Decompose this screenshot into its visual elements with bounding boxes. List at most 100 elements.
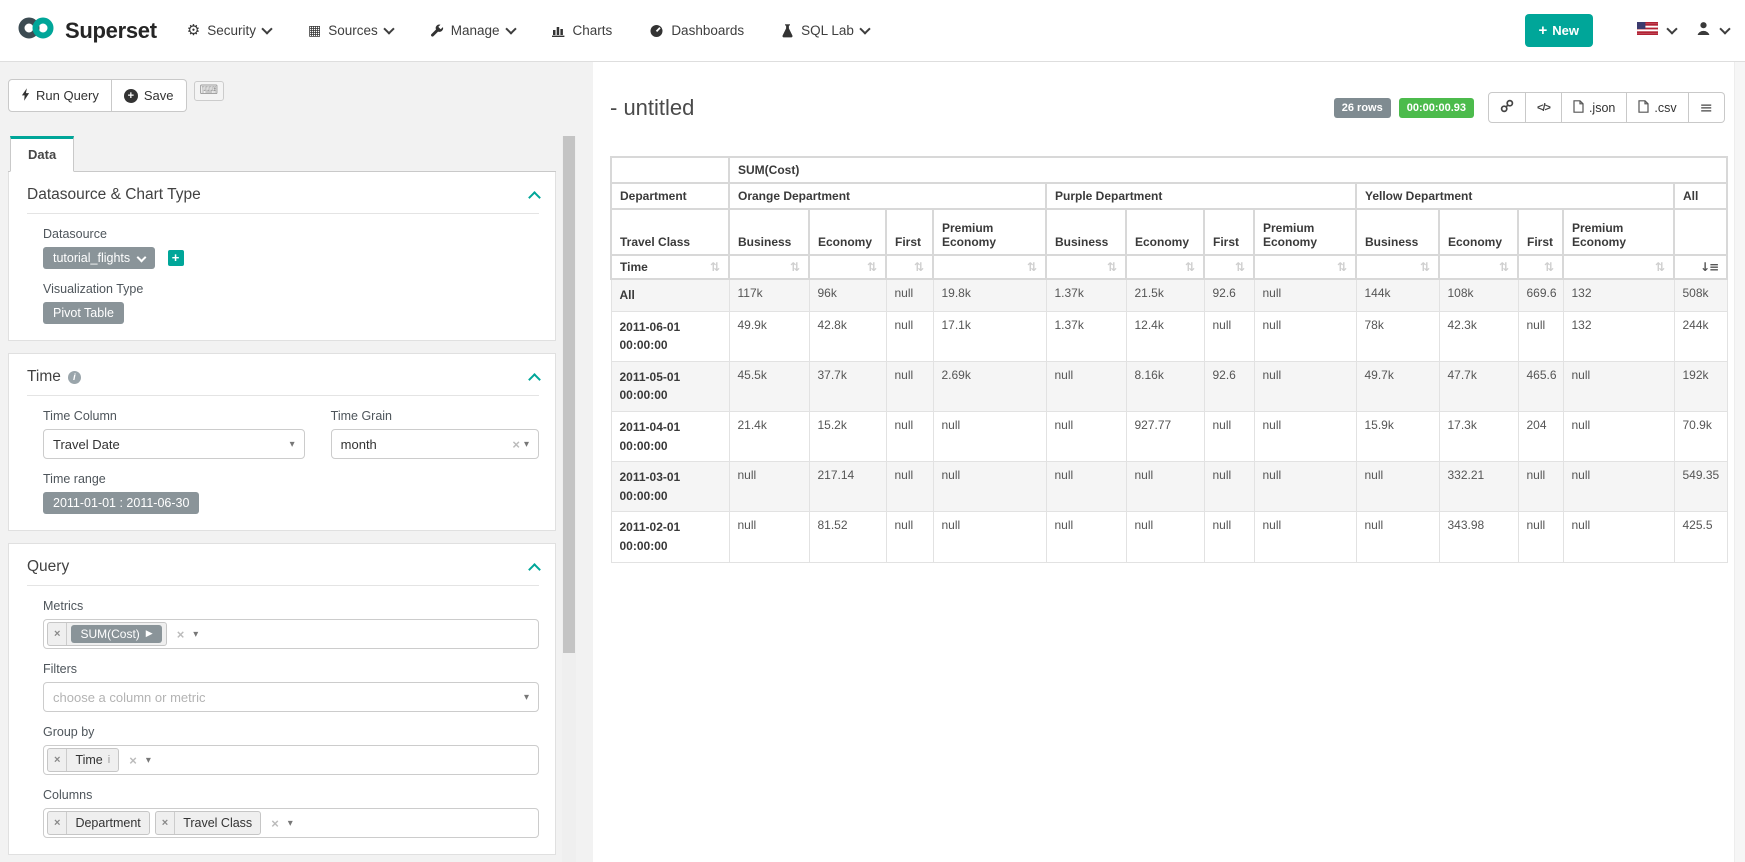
result-panel: - untitled 26 rows 00:00:00.93 </> .json <box>593 62 1745 862</box>
clear-icon[interactable]: × <box>129 753 137 768</box>
add-datasource-button[interactable]: + <box>168 250 184 266</box>
department-header: Orange Department <box>729 183 1046 209</box>
clear-icon[interactable]: × <box>512 437 520 452</box>
groupby-token[interactable]: ×Time i <box>47 748 119 772</box>
travel-class-header: First <box>886 209 933 255</box>
export-csv-button[interactable]: .csv <box>1627 92 1688 123</box>
pivot-cell: null <box>1563 462 1674 512</box>
chevron-up-icon[interactable] <box>528 191 541 204</box>
sort-header[interactable]: ⇅ <box>1046 255 1126 279</box>
scrollbar-thumb[interactable] <box>563 136 575 653</box>
nav-item-sources[interactable]: ▦Sources <box>308 23 393 38</box>
remove-icon[interactable]: × <box>48 812 67 834</box>
user-menu[interactable] <box>1696 21 1729 41</box>
time-range-selector[interactable]: 2011-01-01 : 2011-06-30 <box>43 492 199 514</box>
pivot-cell: 669.6 <box>1518 279 1563 311</box>
travel-class-header: Premium Economy <box>1563 209 1674 255</box>
pivot-cell: null <box>1126 462 1204 512</box>
export-json-button[interactable]: .json <box>1562 92 1627 123</box>
embed-code-button[interactable]: </> <box>1526 92 1562 123</box>
chevron-up-icon[interactable] <box>528 563 541 576</box>
clear-icon[interactable]: × <box>271 816 279 831</box>
column-token[interactable]: ×Department <box>47 811 150 835</box>
nav-item-label: Sources <box>328 23 378 38</box>
code-icon: </> <box>1537 102 1550 114</box>
nav-item-security[interactable]: ⚙Security <box>187 23 271 38</box>
sort-header[interactable]: ↓≡ <box>1674 255 1727 279</box>
viz-type-selector[interactable]: Pivot Table <box>43 302 124 324</box>
nav-item-charts[interactable]: Charts <box>552 23 613 38</box>
row-label: 2011-03-01 00:00:00 <box>611 462 729 512</box>
row-label: 2011-02-01 00:00:00 <box>611 512 729 562</box>
caret-right-icon: ▶ <box>146 629 153 639</box>
pivot-cell: 15.2k <box>809 411 886 461</box>
sort-icon: ⇅ <box>914 261 924 273</box>
column-token[interactable]: ×Travel Class <box>155 811 261 835</box>
row-label: 2011-04-01 00:00:00 <box>611 411 729 461</box>
remove-icon[interactable]: × <box>48 749 67 771</box>
user-icon <box>1696 21 1711 41</box>
metrics-select[interactable]: ×SUM(Cost) ▶ × ▾ <box>43 619 539 649</box>
sort-header[interactable]: ⇅ <box>1563 255 1674 279</box>
travel-class-corner-label: Travel Class <box>611 209 729 255</box>
sort-header[interactable]: ⇅ <box>1356 255 1439 279</box>
save-button[interactable]: + Save <box>112 79 187 112</box>
sort-icon: ⇅ <box>1499 261 1509 273</box>
sort-header[interactable]: ⇅ <box>1204 255 1254 279</box>
sort-header[interactable]: ⇅ <box>809 255 886 279</box>
chevron-down-icon <box>505 23 516 34</box>
pivot-cell: null <box>1518 462 1563 512</box>
metric-header: SUM(Cost) <box>729 157 1727 183</box>
more-options-button[interactable]: ≡ <box>1689 92 1725 123</box>
metric-token[interactable]: ×SUM(Cost) ▶ <box>47 622 167 646</box>
tab-data[interactable]: Data <box>10 136 74 172</box>
plus-circle-icon: + <box>124 89 138 103</box>
sort-header[interactable]: ⇅ <box>1518 255 1563 279</box>
filters-select[interactable]: choose a column or metric ▾ <box>43 682 539 712</box>
pivot-cell: null <box>729 512 809 562</box>
chevron-up-icon[interactable] <box>528 373 541 386</box>
plus-icon: + <box>1539 22 1548 39</box>
sort-header[interactable]: ⇅ <box>1254 255 1356 279</box>
clear-icon[interactable]: × <box>177 627 185 642</box>
locale-selector[interactable] <box>1637 22 1676 40</box>
department-corner-label: Department <box>611 183 729 209</box>
nav-item-manage[interactable]: Manage <box>430 23 515 38</box>
sort-header[interactable]: ⇅ <box>729 255 809 279</box>
nav-item-label: Dashboards <box>671 23 744 38</box>
pivot-cell: 45.5k <box>729 361 809 411</box>
datasource-selector[interactable]: tutorial_flights <box>43 247 155 269</box>
sort-header[interactable]: ⇅ <box>886 255 933 279</box>
groupby-select[interactable]: ×Time i × ▾ <box>43 745 539 775</box>
pivot-cell: 92.6 <box>1204 279 1254 311</box>
pivot-cell: null <box>886 311 933 361</box>
pivot-cell: null <box>1204 512 1254 562</box>
pivot-cell: null <box>933 512 1046 562</box>
sort-header-time[interactable]: Time⇅ <box>611 255 729 279</box>
remove-icon[interactable]: × <box>156 812 175 834</box>
panel-scrollbar[interactable] <box>562 136 576 862</box>
columns-select[interactable]: ×Department×Travel Class × ▾ <box>43 808 539 838</box>
nav-item-sql-lab[interactable]: SQL Lab <box>781 23 869 38</box>
pivot-cell: null <box>729 462 809 512</box>
pivot-cell: 81.52 <box>809 512 886 562</box>
nav-item-label: Charts <box>573 23 613 38</box>
result-scrollbar[interactable] <box>1734 62 1745 862</box>
result-header: - untitled 26 rows 00:00:00.93 </> .json <box>610 92 1733 123</box>
short-link-button[interactable] <box>1488 92 1526 123</box>
new-button[interactable]: +New <box>1525 14 1594 47</box>
nav-item-dashboards[interactable]: Dashboards <box>649 23 744 38</box>
brand-logo[interactable]: Superset <box>16 15 157 46</box>
sort-header[interactable]: ⇅ <box>933 255 1046 279</box>
query-duration-badge: 00:00:00.93 <box>1399 98 1474 118</box>
keyboard-shortcut-button[interactable]: ⌨ <box>194 81 225 101</box>
sort-header[interactable]: ⇅ <box>1439 255 1518 279</box>
time-grain-select[interactable]: month × ▾ <box>331 429 539 459</box>
remove-icon[interactable]: × <box>48 623 67 645</box>
time-column-select[interactable]: Travel Date ▾ <box>43 429 305 459</box>
pivot-cell: 15.9k <box>1356 411 1439 461</box>
pivot-cell: 17.3k <box>1439 411 1518 461</box>
run-query-button[interactable]: Run Query <box>8 79 112 112</box>
pivot-cell: 117k <box>729 279 809 311</box>
sort-header[interactable]: ⇅ <box>1126 255 1204 279</box>
